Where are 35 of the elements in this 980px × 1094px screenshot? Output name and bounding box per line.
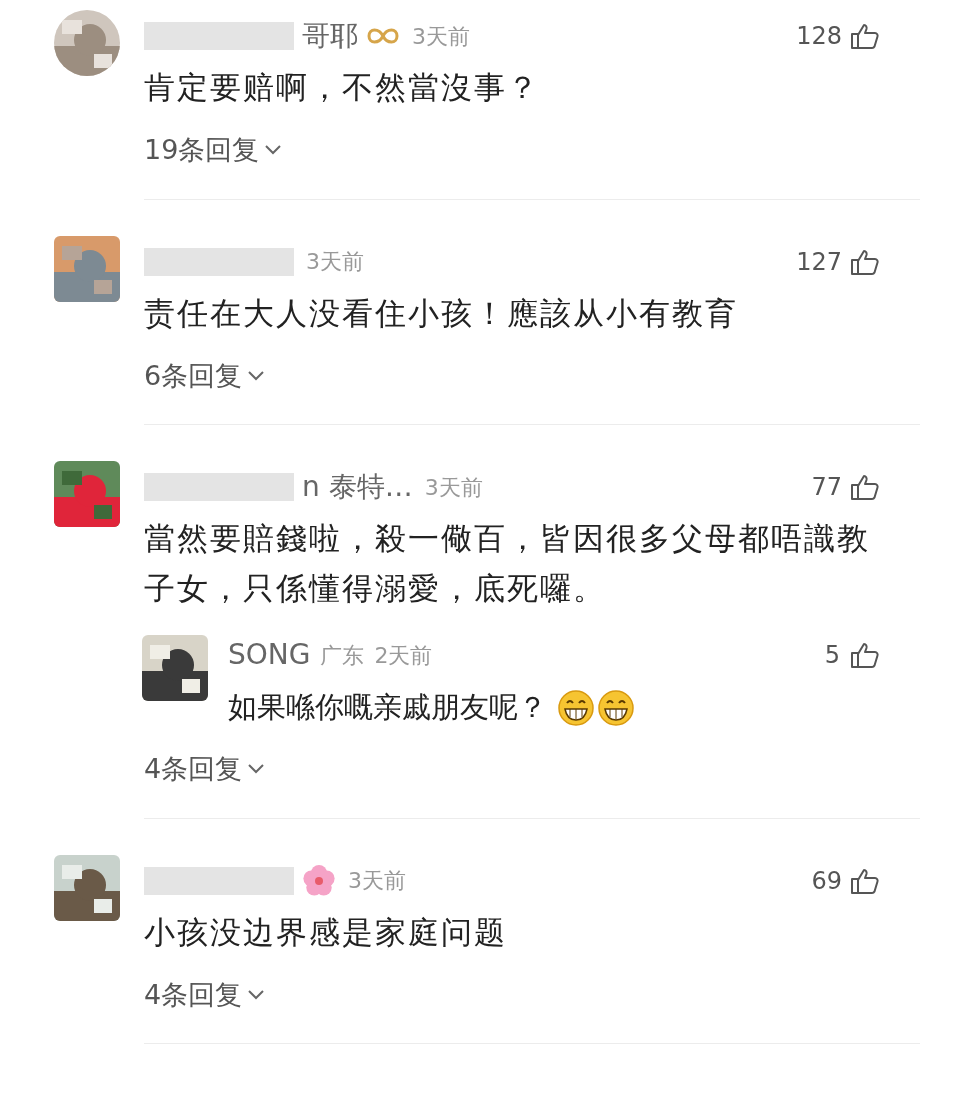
like-count: 69 bbox=[811, 865, 842, 897]
comment-text: 當然要賠錢啦，殺一儆百，皆因很多父母都唔識教子女，只係懂得溺愛，底死囉。 bbox=[144, 519, 871, 608]
thumbs-up-icon[interactable] bbox=[850, 473, 880, 501]
like-count: 5 bbox=[824, 640, 840, 671]
thumbs-up-icon[interactable] bbox=[850, 22, 880, 50]
username: 哥耶 bbox=[302, 18, 358, 54]
comment-time: 3天前 bbox=[306, 248, 364, 276]
comment-time: 3天前 bbox=[424, 473, 483, 502]
comment-time: 2天前 bbox=[374, 641, 433, 670]
view-replies-button[interactable]: 4条回复 bbox=[144, 974, 265, 1015]
flower-icon bbox=[302, 863, 336, 898]
grin-emoji-icon bbox=[597, 688, 635, 726]
username: SONG bbox=[228, 637, 311, 673]
like-count: 77 bbox=[811, 472, 842, 503]
chevron-down-icon bbox=[265, 145, 282, 156]
like-count: 128 bbox=[796, 21, 842, 52]
view-replies-button[interactable]: 19条回复 bbox=[144, 130, 282, 171]
comment-text: 肯定要赔啊，不然當沒事？ bbox=[144, 68, 541, 107]
comment-text: 责任在大人没看住小孩！應該从小有教育 bbox=[144, 293, 739, 333]
view-replies-button[interactable]: 6条回复 bbox=[144, 355, 265, 396]
chevron-down-icon bbox=[248, 370, 265, 381]
thumbs-up-icon[interactable] bbox=[850, 866, 880, 895]
comment-text: 小孩没边界感是家庭问题 bbox=[144, 912, 508, 952]
comment-text: 如果喺你嘅亲戚朋友呢？ bbox=[228, 689, 547, 726]
chevron-down-icon bbox=[248, 989, 265, 1000]
like-count: 127 bbox=[796, 246, 842, 278]
chevron-down-icon bbox=[248, 764, 265, 775]
thumbs-up-icon[interactable] bbox=[850, 641, 880, 669]
thumbs-up-icon[interactable] bbox=[850, 247, 880, 276]
username: n 泰特… bbox=[302, 469, 413, 505]
view-replies-button[interactable]: 4条回复 bbox=[144, 749, 265, 790]
comment-time: 3天前 bbox=[348, 867, 406, 895]
grin-emoji-icon bbox=[557, 688, 595, 726]
comment-time: 3天前 bbox=[412, 22, 470, 51]
location: 广东 bbox=[320, 641, 365, 670]
